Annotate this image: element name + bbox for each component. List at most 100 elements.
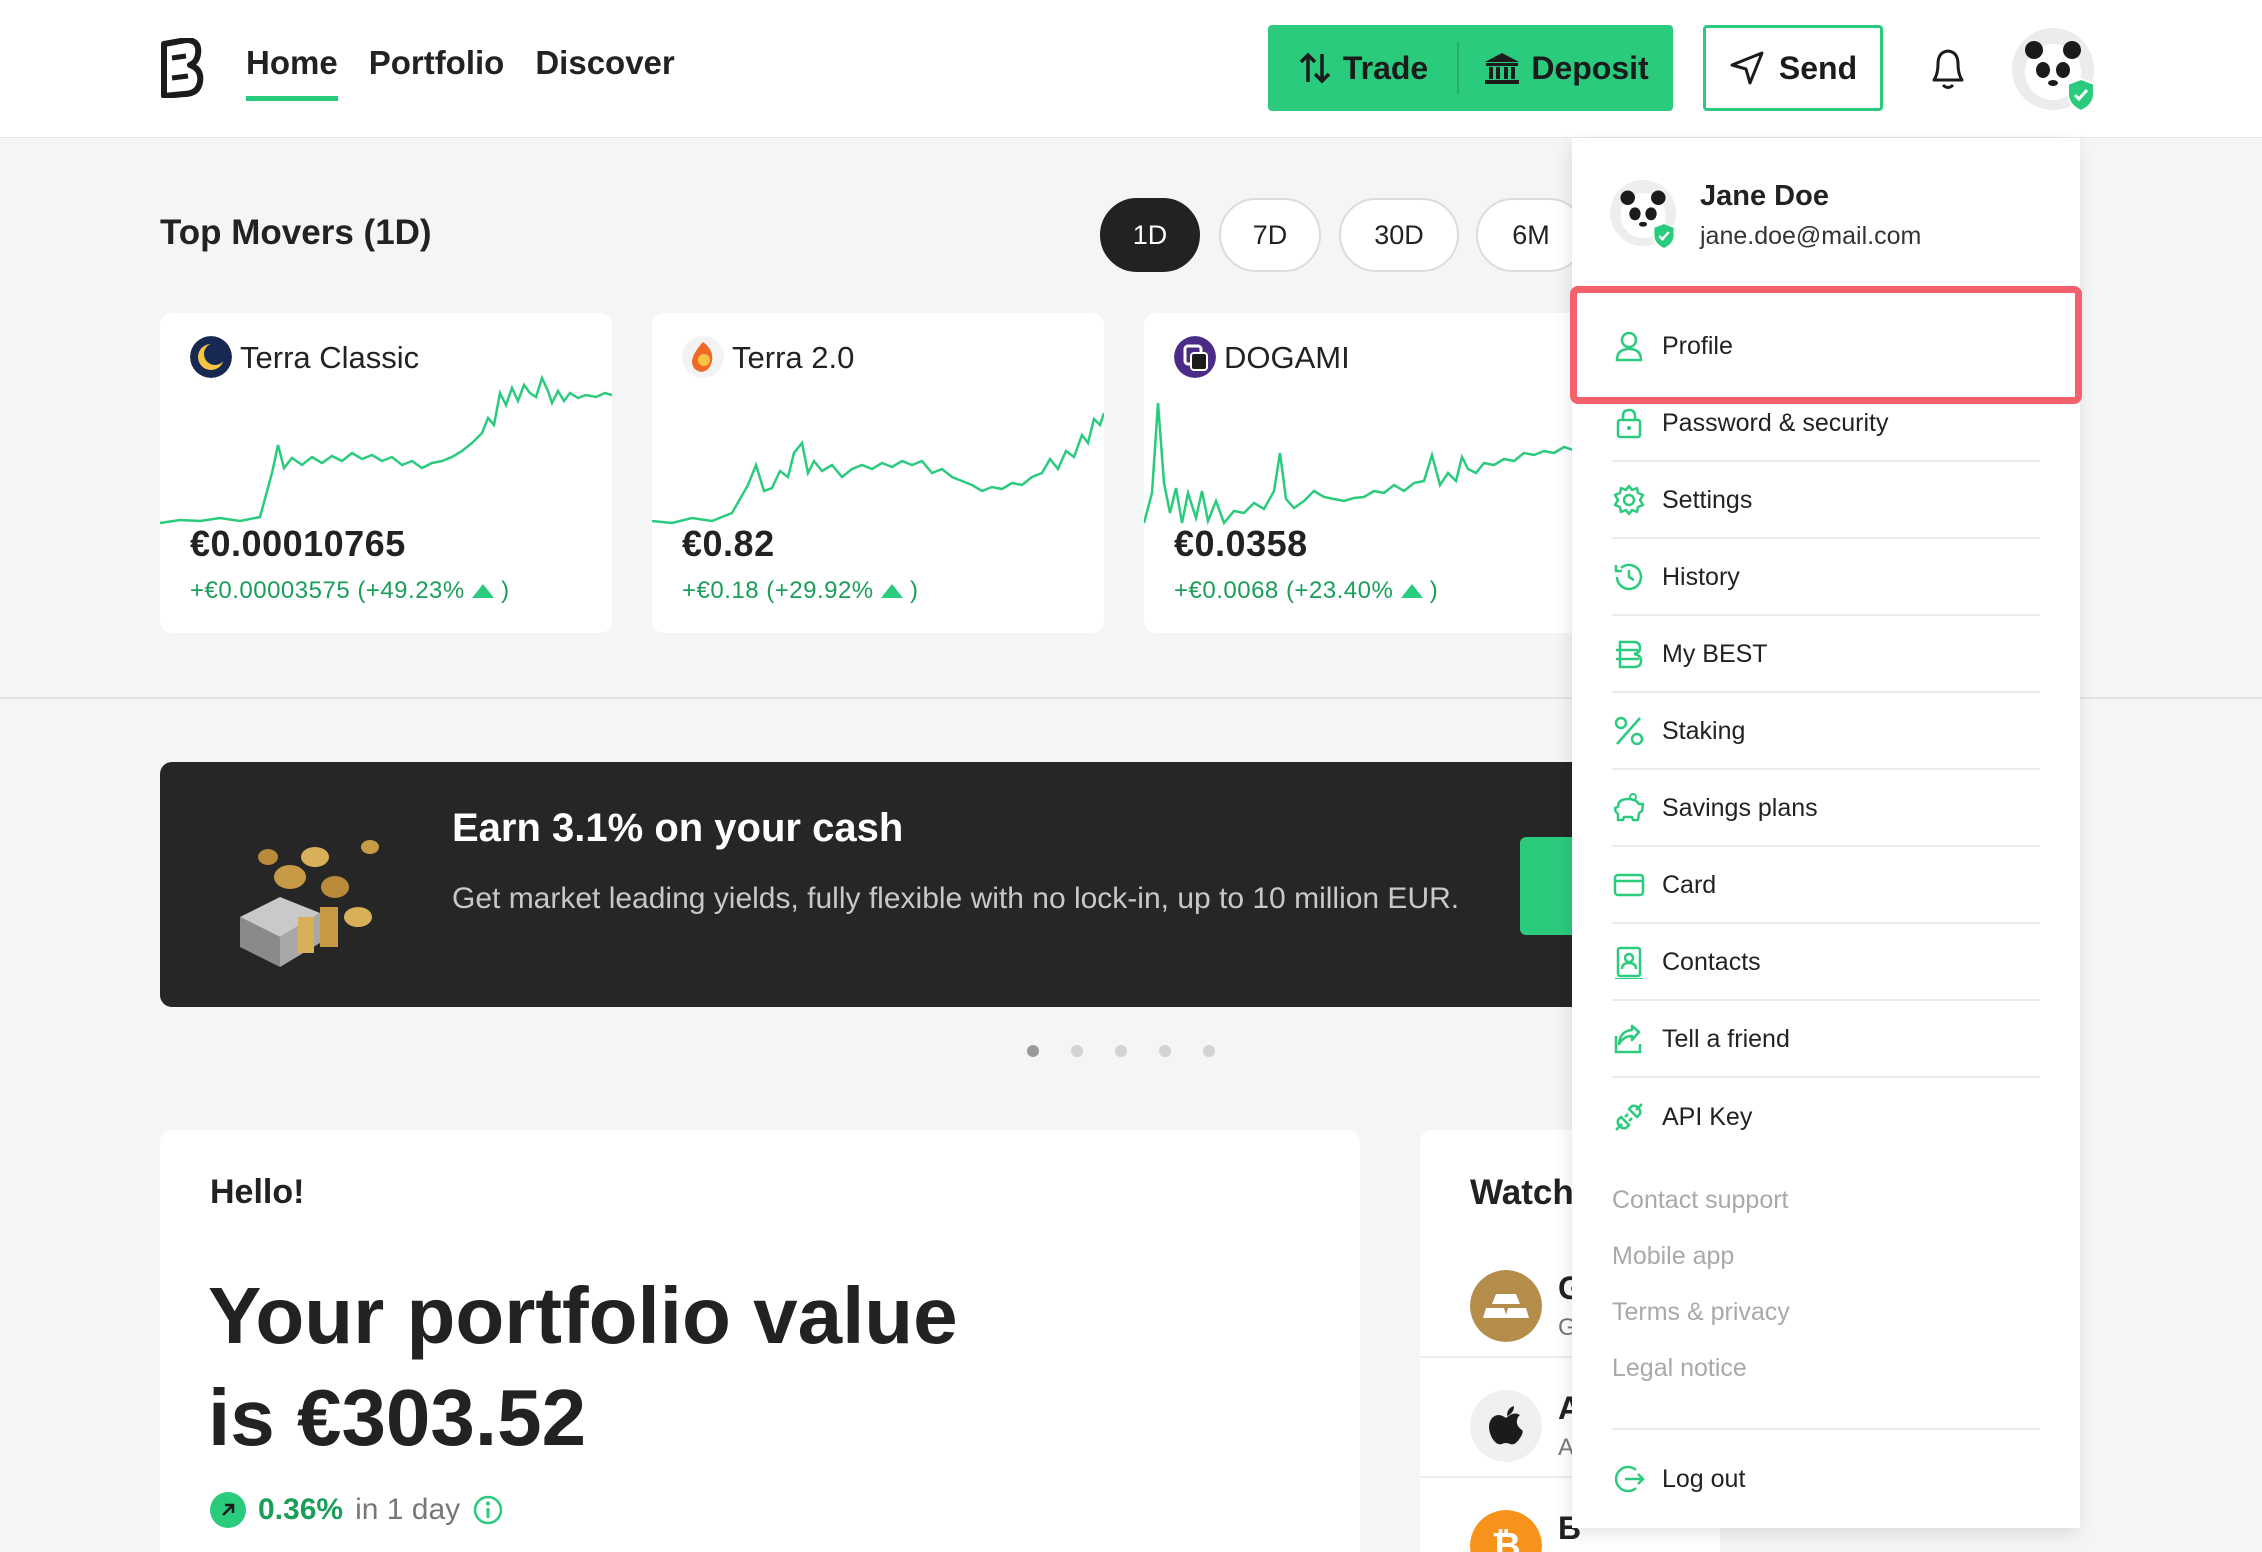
history-clock-icon [1614,563,1643,591]
piggy-bank-icon [1613,793,1645,822]
menu-label: Log out [1662,1464,1746,1493]
mover-card-terra-classic[interactable]: Terra Classic €0.00010765 +€0.00003575 (… [160,313,612,633]
portfolio-value-line-1: Your portfolio value [208,1271,958,1360]
banner-title: Earn 3.1% on your cash [452,806,904,850]
menu-item-card[interactable]: Card [1612,848,2040,924]
menu-item-api-key[interactable]: API Key [1612,1079,2040,1155]
period-1d[interactable]: 1D [1100,198,1200,272]
sparkline-chart [652,412,1104,525]
contacts-book-icon [1615,946,1643,979]
menu-item-log-out[interactable]: Log out [1612,1441,2040,1517]
dogami-coin-icon [1174,336,1216,378]
carousel-dot[interactable] [1203,1045,1215,1057]
menu-item-history[interactable]: History [1612,540,2040,616]
menu-label: Contacts [1662,947,1761,976]
percent-icon [1614,716,1644,746]
trade-label: Trade [1342,49,1429,86]
deposit-button[interactable]: Deposit [1459,25,1673,111]
menu-item-password-security[interactable]: Password & security [1612,386,2040,462]
mover-card-dogami[interactable]: DOGAMI €0.0358 +€0.0068 (+23.40% ) [1144,313,1596,633]
menu-item-savings-plans[interactable]: Savings plans [1612,771,2040,847]
performance-row: 0.36% in 1 day [210,1492,504,1528]
coin-name: Terra Classic [240,340,420,375]
menu-item-contacts[interactable]: Contacts [1612,925,2040,1001]
earn-banner[interactable]: Earn 3.1% on your cash Get market leadin… [160,762,1600,1007]
top-header: Home Portfolio Discover Trade Deposit Se… [0,0,2262,138]
mover-price: €0.82 [682,523,775,564]
coin-name: Terra 2.0 [732,340,855,375]
sparkline-chart [160,374,612,525]
main-nav: Home Portfolio Discover [246,44,675,101]
link-mobile-app[interactable]: Mobile app [1612,1242,1734,1271]
gold-bars-icon [1470,1270,1542,1342]
verified-shield-icon [2067,78,2095,112]
link-contact-support[interactable]: Contact support [1612,1186,1789,1215]
menu-label: Staking [1662,716,1746,745]
user-name: Jane Doe [1700,180,1829,212]
nav-discover[interactable]: Discover [535,44,674,101]
plug-icon [1615,1103,1643,1131]
best-token-icon [1616,640,1643,669]
lock-icon [1616,408,1642,439]
trade-arrows-icon [1299,52,1331,84]
greeting: Hello! [210,1173,305,1211]
up-triangle-icon [880,584,903,598]
coin-name: DOGAMI [1224,340,1350,375]
up-triangle-icon [1400,584,1423,598]
watchlist-title: Watch [1470,1173,1574,1212]
dropdown-divider [1612,1428,2040,1430]
top-movers-title: Top Movers (1D) [160,213,432,252]
menu-item-my-best[interactable]: My BEST [1612,617,2040,693]
carousel-dot[interactable] [1027,1045,1039,1057]
link-terms-privacy[interactable]: Terms & privacy [1612,1298,1790,1327]
nav-portfolio[interactable]: Portfolio [369,44,505,101]
logout-icon [1614,1465,1645,1493]
trade-deposit-group: Trade Deposit [1268,25,1673,111]
mover-price: €0.00010765 [190,523,406,564]
mover-price: €0.0358 [1174,523,1308,564]
trade-button[interactable]: Trade [1268,25,1457,111]
deposit-label: Deposit [1531,49,1649,86]
send-plane-icon [1730,51,1764,85]
portfolio-value-line-2: is €303.52 [208,1373,587,1462]
nav-home[interactable]: Home [246,44,338,101]
send-button[interactable]: Send [1703,25,1883,111]
terra-classic-coin-icon [190,336,232,378]
verified-shield-icon [1652,222,1676,250]
notification-bell-icon[interactable] [1926,44,1970,92]
mover-card-terra-2[interactable]: Terra 2.0 €0.82 +€0.18 (+29.92% ) [652,313,1104,633]
menu-item-settings[interactable]: Settings [1612,463,2040,539]
menu-label: API Key [1662,1102,1753,1131]
menu-label: Tell a friend [1662,1024,1790,1053]
info-icon[interactable] [472,1494,504,1526]
account-dropdown: Jane Doe jane.doe@mail.com Profile Passw… [1570,138,2082,1528]
menu-label: Settings [1662,485,1753,514]
send-label: Send [1778,49,1858,86]
performance-change: 0.36% [258,1493,344,1526]
coins-safe-illustration-icon [240,840,379,967]
carousel-dot[interactable] [1071,1045,1083,1057]
menu-label: History [1662,562,1740,591]
mover-change: +€0.0068 (+23.40% ) [1174,577,1439,604]
menu-item-tell-a-friend[interactable]: Tell a friend [1612,1002,2040,1078]
up-triangle-icon [471,584,494,598]
menu-label: My BEST [1662,639,1768,668]
bank-icon [1485,53,1520,84]
link-legal-notice[interactable]: Legal notice [1612,1354,1747,1383]
bitpanda-logo-icon[interactable] [160,38,204,98]
apple-logo-icon [1470,1390,1542,1462]
button-divider [1457,42,1460,94]
credit-card-icon [1613,873,1645,897]
carousel-dot[interactable] [1159,1045,1171,1057]
menu-label: Password & security [1662,408,1889,437]
carousel-dot[interactable] [1115,1045,1127,1057]
trend-up-icon [210,1492,246,1528]
period-30d[interactable]: 30D [1339,198,1459,272]
svg-text:₿: ₿ [1491,1525,1520,1552]
period-6m[interactable]: 6M [1476,198,1586,272]
menu-label: Savings plans [1662,793,1818,822]
share-icon [1614,1024,1642,1054]
menu-item-staking[interactable]: Staking [1612,694,2040,770]
period-7d[interactable]: 7D [1219,198,1321,272]
mover-change: +€0.18 (+29.92% ) [682,577,919,604]
